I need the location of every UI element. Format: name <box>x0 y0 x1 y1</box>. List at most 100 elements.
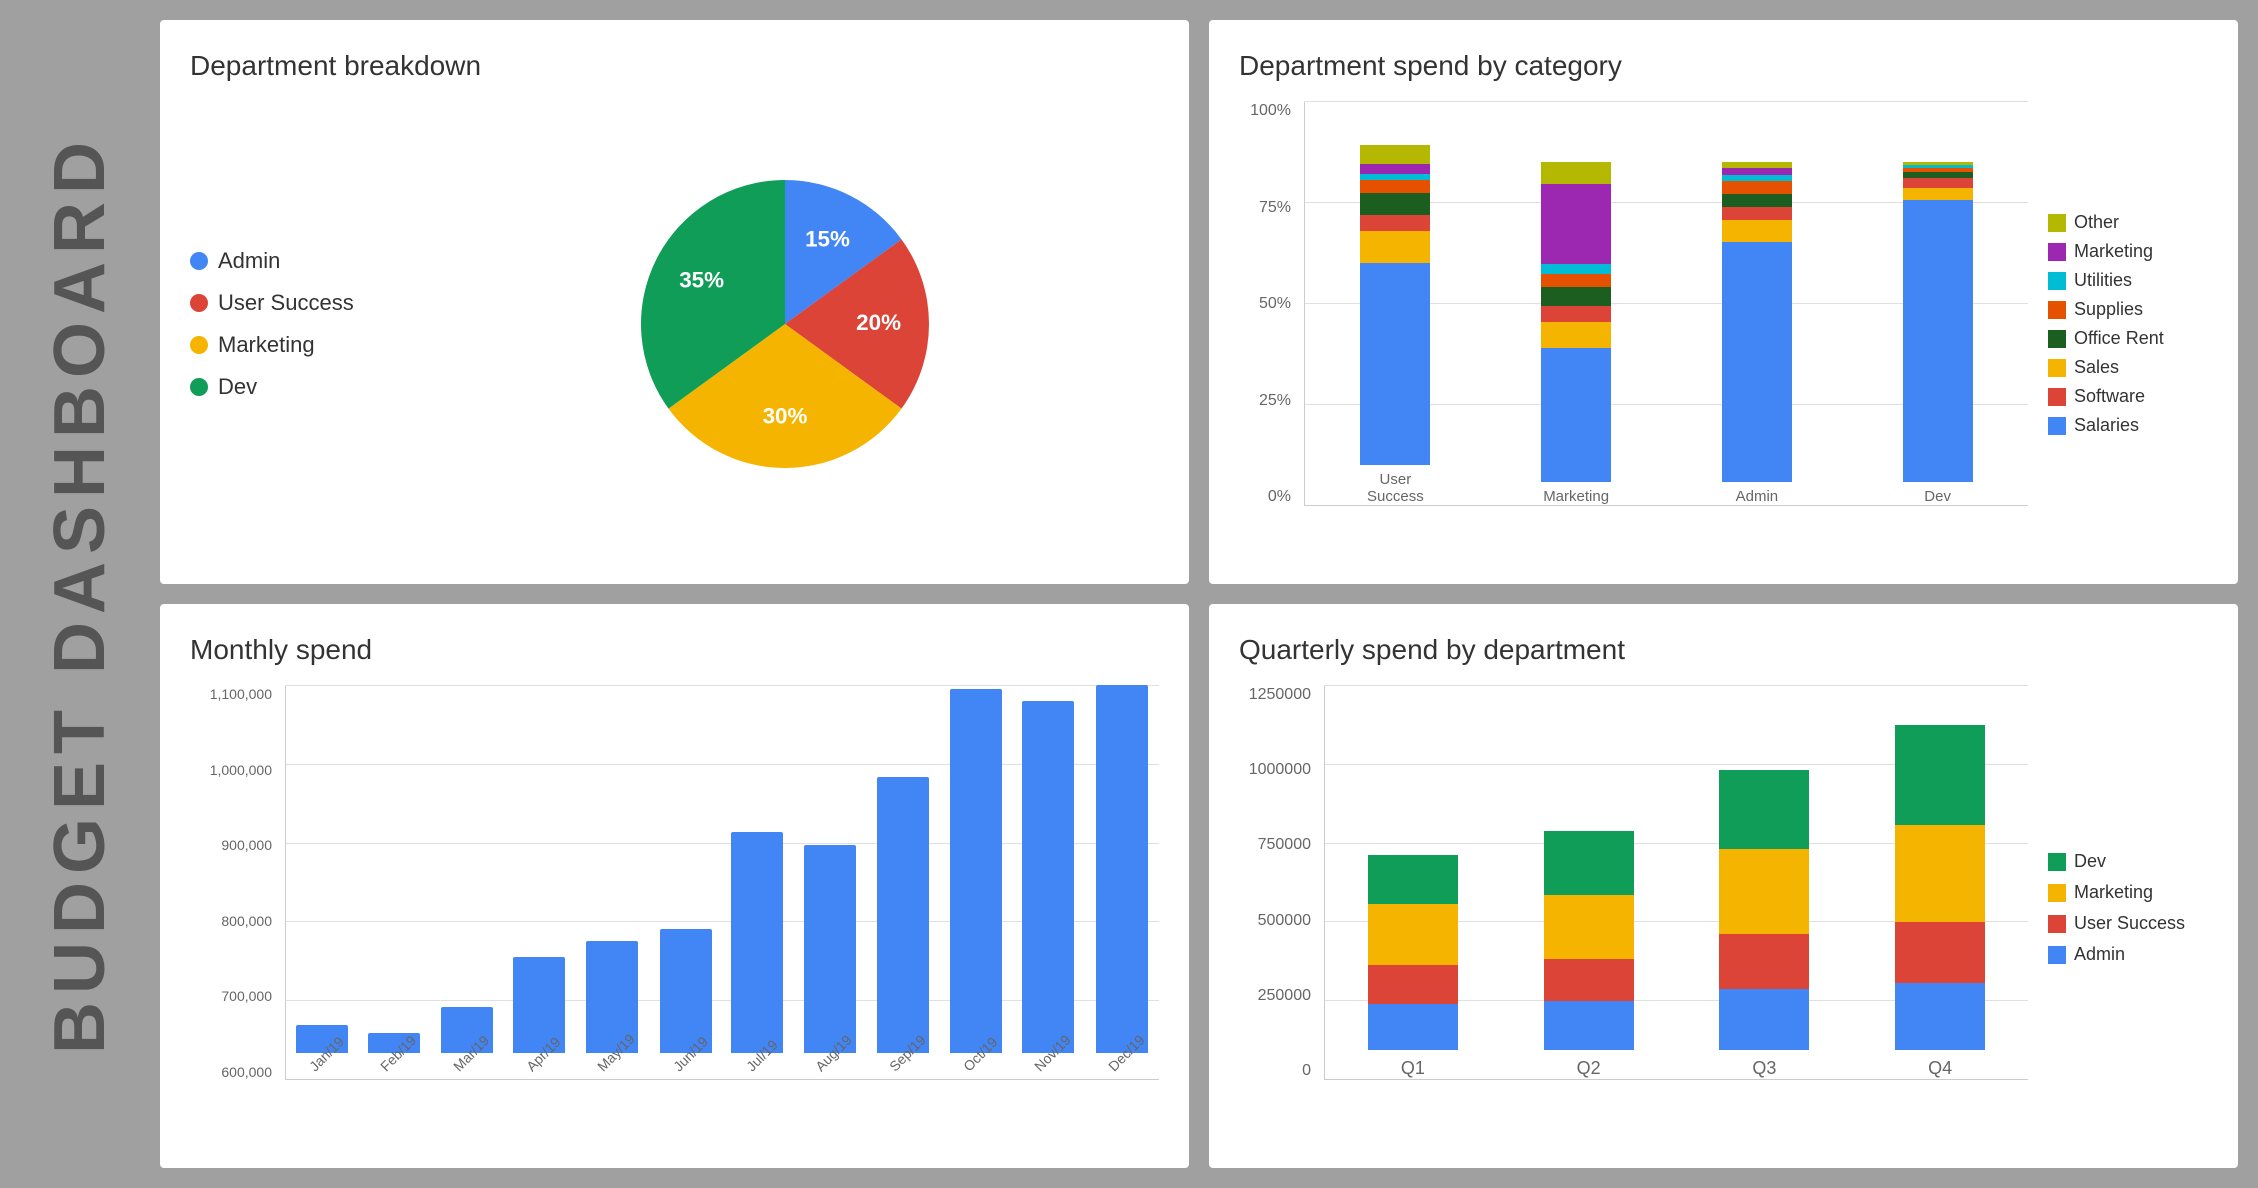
legend-rect <box>2048 388 2066 406</box>
monthly-bar <box>660 929 712 1053</box>
quarterly-legend-item: User Success <box>2048 913 2208 934</box>
quarterly-spend-card: Quarterly spend by department 0250000500… <box>1209 604 2238 1168</box>
legend-dot <box>190 336 208 354</box>
stacked-legend-item: Utilities <box>2048 270 2208 291</box>
stacked-x-label: Dev <box>1924 488 1951 505</box>
monthly-bar-wrap: Oct/19 <box>950 689 1002 1079</box>
monthly-bars-area: Jan/19Feb/19Mar/19Apr/19May/19Jun/19Jul/… <box>285 686 1159 1080</box>
pie-chart-wrap: 15%20%30%35% <box>410 164 1159 484</box>
quarterly-y-label: 1250000 <box>1239 686 1319 704</box>
stacked-bar-group: Admin <box>1717 162 1797 505</box>
legend-label: Utilities <box>2074 270 2132 291</box>
stacked-bars-area: User Success Marketing Admin Dev <box>1304 102 2028 506</box>
stacked-legend: OtherMarketingUtilitiesSuppliesOffice Re… <box>2048 102 2208 546</box>
stacked-legend-item: Sales <box>2048 357 2208 378</box>
bar-segment <box>1541 264 1611 274</box>
stacked-container: 0%25%50%75%100% User SuccessMarketingAdm… <box>1239 102 2208 546</box>
monthly-spend-card: Monthly spend 600,000700,000800,000900,0… <box>160 604 1189 1168</box>
bar-segment <box>1541 306 1611 322</box>
bar-segment <box>1360 164 1430 174</box>
quarterly-bar <box>1368 855 1458 1050</box>
stacked-bar-group: Marketing <box>1536 162 1616 505</box>
quarterly-segment <box>1368 855 1458 904</box>
pie-svg: 15%20%30%35% <box>625 164 945 484</box>
monthly-chart-area: 600,000700,000800,000900,0001,000,0001,1… <box>190 686 1159 1130</box>
legend-rect <box>2048 946 2066 964</box>
legend-label: Office Rent <box>2074 328 2164 349</box>
legend-label: Marketing <box>218 332 315 358</box>
stacked-bar-group: Dev <box>1898 162 1978 505</box>
stacked-bar <box>1360 145 1430 465</box>
bar-segment <box>1541 274 1611 287</box>
stacked-bar <box>1541 162 1611 482</box>
pie-label: 35% <box>679 267 724 292</box>
legend-label: Software <box>2074 386 2145 407</box>
sidebar: BUDGET DASHBOARD <box>0 0 160 1188</box>
legend-rect <box>2048 301 2066 319</box>
stacked-y-label: 75% <box>1239 199 1299 217</box>
monthly-bar-wrap: Nov/19 <box>1021 701 1075 1079</box>
quarterly-y-axis: 025000050000075000010000001250000 <box>1239 686 1319 1080</box>
stacked-bar-group: User Success <box>1355 145 1435 505</box>
bar-segment <box>1360 263 1430 465</box>
quarterly-x-label: Q3 <box>1752 1058 1776 1079</box>
monthly-spend-title: Monthly spend <box>190 634 1159 666</box>
legend-rect <box>2048 330 2066 348</box>
monthly-bar-wrap: Jul/19 <box>731 832 783 1079</box>
quarterly-y-label: 250000 <box>1239 987 1319 1005</box>
monthly-bar-wrap: Jan/19 <box>296 1025 348 1079</box>
legend-rect <box>2048 884 2066 902</box>
stacked-legend-item: Marketing <box>2048 241 2208 262</box>
legend-rect <box>2048 915 2066 933</box>
pie-label: 20% <box>856 310 901 335</box>
monthly-bar <box>877 777 929 1053</box>
monthly-bar <box>1096 685 1148 1053</box>
quarterly-y-label: 0 <box>1239 1062 1319 1080</box>
quarterly-segment <box>1719 849 1809 934</box>
bar-segment <box>1541 184 1611 264</box>
pie-chart-card: Department breakdown AdminUser SuccessMa… <box>160 20 1189 584</box>
monthly-bar-wrap: Feb/19 <box>367 1033 421 1079</box>
quarterly-segment <box>1719 989 1809 1050</box>
bar-segment <box>1360 231 1430 263</box>
quarterly-segment <box>1895 983 1985 1050</box>
legend-label: Dev <box>218 374 257 400</box>
monthly-bar <box>804 845 856 1053</box>
legend-label: Dev <box>2074 851 2106 872</box>
pie-legend-item: Marketing <box>190 332 370 358</box>
bar-segment <box>1722 181 1792 194</box>
quarterly-bar <box>1544 831 1634 1050</box>
stacked-x-label: Marketing <box>1543 488 1609 505</box>
legend-label: Other <box>2074 212 2119 233</box>
quarterly-x-label: Q2 <box>1577 1058 1601 1079</box>
stacked-legend-item: Software <box>2048 386 2208 407</box>
bar-segment <box>1541 322 1611 348</box>
monthly-bar-wrap: Dec/19 <box>1095 685 1149 1079</box>
monthly-bar <box>731 832 783 1053</box>
stacked-x-label: User Success <box>1367 471 1424 505</box>
legend-label: Marketing <box>2074 241 2153 262</box>
quarterly-legend-item: Dev <box>2048 851 2208 872</box>
legend-label: Salaries <box>2074 415 2139 436</box>
bar-segment <box>1541 348 1611 482</box>
quarterly-segment <box>1368 965 1458 1005</box>
legend-label: User Success <box>218 290 354 316</box>
stacked-y-label: 25% <box>1239 392 1299 410</box>
quarterly-main: 025000050000075000010000001250000 Q1Q2Q3… <box>1239 686 2028 1130</box>
bar-segment <box>1360 145 1430 164</box>
quarterly-segment <box>1368 904 1458 965</box>
legend-dot <box>190 294 208 312</box>
quarterly-bar-group: Q1 <box>1368 855 1458 1079</box>
bar-segment <box>1722 220 1792 242</box>
legend-label: Sales <box>2074 357 2119 378</box>
quarterly-spend-title: Quarterly spend by department <box>1239 634 2208 666</box>
quarterly-bar-group: Q2 <box>1544 831 1634 1079</box>
quarterly-bars-area: Q1Q2Q3Q4 <box>1324 686 2028 1080</box>
legend-rect <box>2048 359 2066 377</box>
quarterly-segment <box>1895 725 1985 825</box>
monthly-bar-wrap: May/19 <box>584 941 640 1079</box>
bar-segment <box>1903 188 1973 201</box>
quarterly-bar-group: Q3 <box>1719 770 1809 1079</box>
bar-segment <box>1903 200 1973 482</box>
quarterly-legend-item: Marketing <box>2048 882 2208 903</box>
